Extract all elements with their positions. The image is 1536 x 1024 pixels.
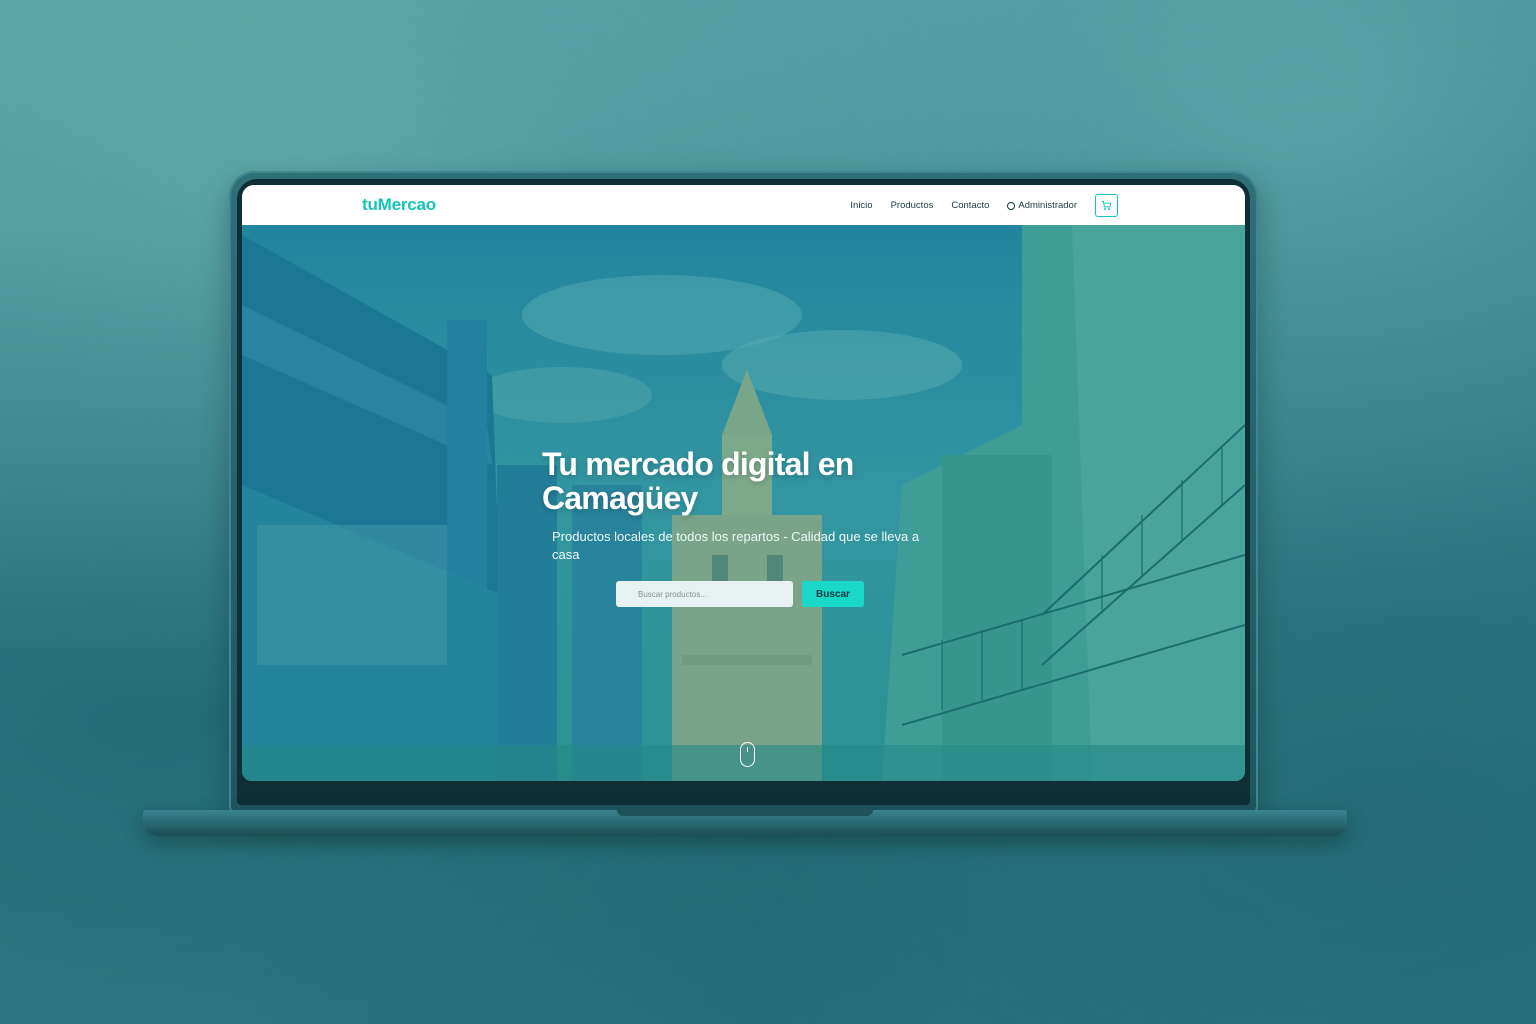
search-input[interactable] [616, 581, 793, 607]
cart-button[interactable] [1095, 194, 1118, 217]
search-button[interactable]: Buscar [802, 581, 864, 607]
scroll-wheel [746, 747, 748, 752]
brand-logo[interactable]: tuMercao [362, 195, 436, 215]
scroll-mouse-icon[interactable] [740, 742, 755, 767]
nav-inicio[interactable]: Inicio [850, 200, 872, 211]
hero-subtitle: Productos locales de todos los repartos … [552, 529, 920, 562]
nav-administrador-label: Administrador [1018, 200, 1077, 211]
nav-productos[interactable]: Productos [891, 200, 934, 211]
laptop-base [143, 810, 1347, 836]
navbar: tuMercao Inicio Productos Contacto Admin… [242, 185, 1245, 225]
laptop-screen: tuMercao Inicio Productos Contacto Admin… [242, 185, 1245, 781]
nav-administrador[interactable]: Administrador [1007, 200, 1077, 211]
laptop-notch [617, 810, 873, 816]
nav-links: Inicio Productos Contacto Administrador [850, 194, 1118, 217]
hero-title: Tu mercado digital en Camagüey [542, 446, 854, 516]
circle-icon [1007, 201, 1016, 210]
cart-icon [1101, 200, 1112, 211]
nav-contacto[interactable]: Contacto [951, 200, 989, 211]
hero-section: Tu mercado digital en Camagüey Productos… [242, 225, 1245, 781]
